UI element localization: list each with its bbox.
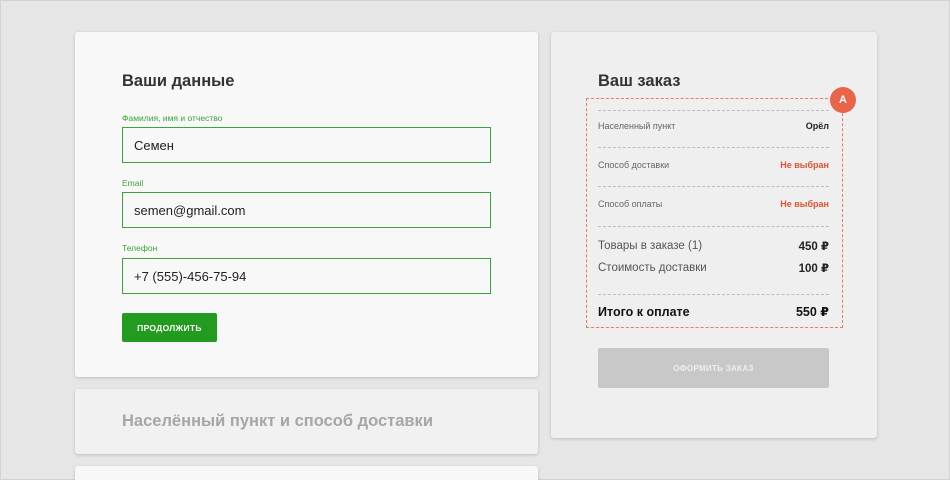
next-step-card[interactable] [75, 466, 538, 480]
email-label: Email [122, 178, 144, 188]
continue-button[interactable]: ПРОДОЛЖИТЬ [122, 313, 217, 342]
annotation-marker: A [830, 87, 856, 113]
personal-data-title: Ваши данные [122, 72, 235, 90]
personal-data-card: Ваши данные Фамилия, имя и отчество Emai… [75, 32, 538, 377]
delivery-step-card[interactable]: Населённый пункт и способ доставки [75, 389, 538, 454]
annotation-highlight [586, 98, 843, 328]
full-name-field[interactable] [122, 127, 491, 163]
order-summary-title: Ваш заказ [598, 72, 681, 90]
place-order-button[interactable]: ОФОРМИТЬ ЗАКАЗ [598, 348, 829, 388]
email-field[interactable] [122, 192, 491, 228]
phone-field[interactable] [122, 258, 491, 294]
order-summary-card: Ваш заказ Населенный пункт Орёл Способ д… [551, 32, 877, 438]
full-name-label: Фамилия, имя и отчество [122, 113, 223, 123]
phone-label: Телефон [122, 243, 158, 253]
delivery-step-title: Населённый пункт и способ доставки [122, 412, 433, 430]
